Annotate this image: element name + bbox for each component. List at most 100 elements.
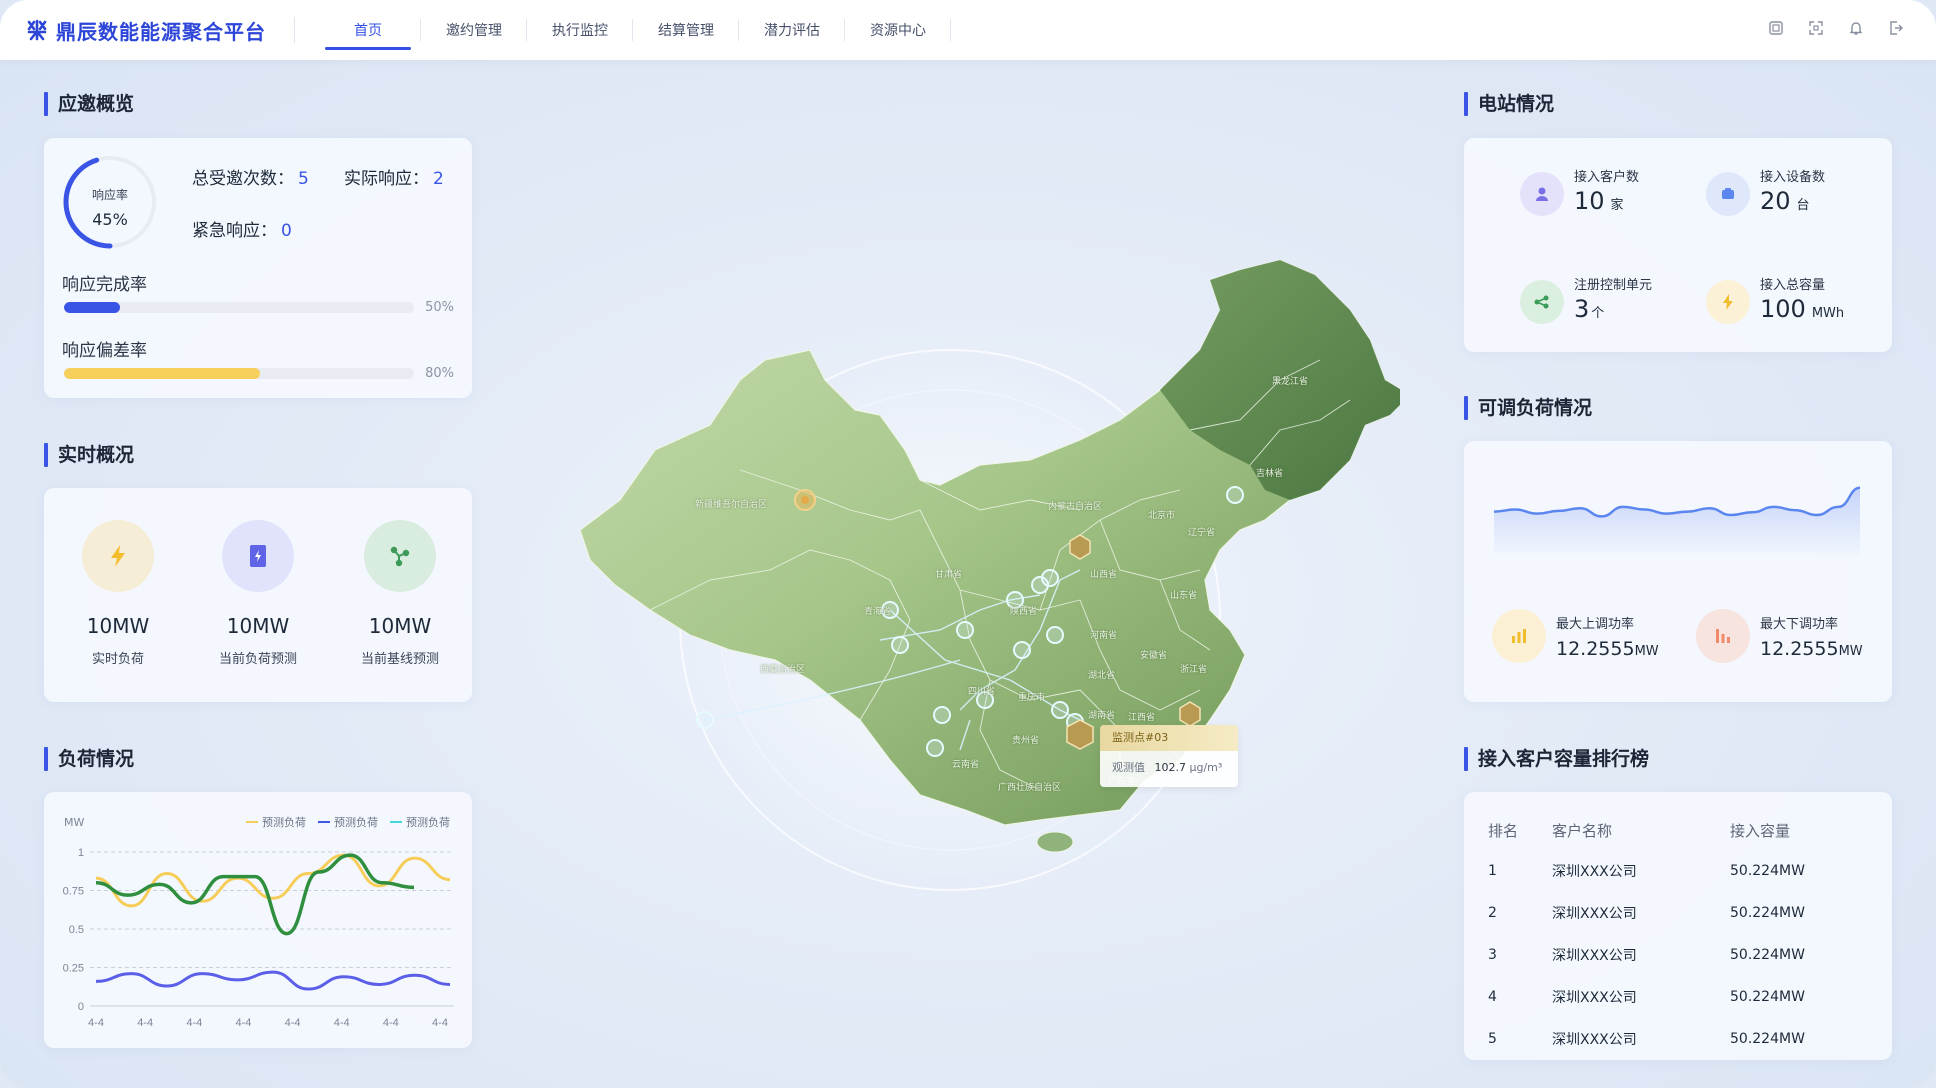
province-label: 贵州省: [1012, 736, 1040, 746]
hex-marker-icon[interactable]: [1066, 719, 1094, 750]
table-row[interactable]: 4 深圳XXX公司 50.224MW: [1488, 976, 1868, 1018]
y-tick-label: 0.75: [63, 886, 84, 898]
x-tick-label: 4-4: [285, 1017, 301, 1029]
station-item-capacity: 接入总容量 100 MWh: [1706, 274, 1844, 324]
station-value: 100: [1760, 295, 1806, 323]
tooltip-label: 观测值: [1112, 761, 1145, 774]
province-label: 甘肃省: [935, 570, 963, 580]
station-unit: 个: [1591, 306, 1605, 321]
station-label: 接入总容量: [1760, 278, 1826, 293]
table-cell: 50.224MW: [1730, 905, 1805, 921]
lightning-icon: [82, 520, 154, 592]
table-row[interactable]: 1 深圳XXX公司 50.224MW: [1488, 850, 1868, 892]
tooltip-unit: μg/m³: [1189, 761, 1223, 774]
province-label: 安徽省: [1140, 651, 1168, 661]
realtime-label: 当前基线预测: [360, 652, 439, 667]
header-rank: 排名: [1488, 821, 1519, 840]
china-map[interactable]: [560, 250, 1400, 910]
province-label: 云南省: [952, 760, 980, 770]
province-label: 吉林省: [1256, 469, 1284, 479]
ranking-body: 1 深圳XXX公司 50.224MW 2 深圳XXX公司 50.224MW 3 深圳XXX公司…: [1488, 850, 1868, 1060]
load-line-chart[interactable]: 1 0.75 0.5 0.25 0 4-4 4-4 4-4 4-4 4-4 4-4 4-4 4-4: [44, 792, 472, 1048]
x-tick-label: 4-4: [88, 1017, 104, 1029]
nav-item[interactable]: 资源中心: [845, 0, 951, 60]
nav-item[interactable]: 结算管理: [633, 0, 739, 60]
realtime-card: 10MW 实时负荷 10MW 当前负荷预测 10MW 当前基线预测: [44, 488, 472, 702]
station-item-control-units: 注册控制单元 3个: [1520, 274, 1652, 324]
province-label: 湖南省: [1088, 711, 1116, 721]
actual-response-label: 实际响应：: [344, 169, 429, 189]
table-cell: 深圳XXX公司: [1552, 1032, 1637, 1048]
province-label: 黑龙江省: [1272, 377, 1309, 387]
load-title: 负荷情况: [44, 747, 134, 771]
overview-card: 响应率 45% 总受邀次数： 5 实际响应： 2 紧急响应： 0 响应完成率 50% …: [44, 138, 472, 398]
max-up-item: 最大上调功率 12.2555MW: [1492, 609, 1659, 663]
x-tick-label: 4-4: [334, 1017, 350, 1029]
header-capacity: 接入容量: [1730, 821, 1791, 840]
completion-pct: 50%: [425, 300, 454, 315]
table-cell: 深圳XXX公司: [1552, 864, 1637, 880]
max-down-item: 最大下调功率 12.2555MW: [1696, 609, 1863, 663]
ranking-header-row: 排名 客户名称 接入容量: [1488, 810, 1868, 850]
station-title: 电站情况: [1464, 92, 1554, 116]
table-cell: 4: [1488, 989, 1497, 1005]
province-label: 青海省: [864, 607, 892, 617]
hex-marker-icon[interactable]: [1179, 701, 1201, 727]
fullscreen-icon[interactable]: [1806, 18, 1826, 38]
completion-bar: [64, 302, 414, 313]
logo-icon: [27, 19, 47, 41]
deviation-bar: [64, 368, 414, 379]
hainan-island: [1036, 831, 1074, 853]
nav-item[interactable]: 首页: [315, 0, 421, 60]
province-label: 陕西省: [1010, 607, 1038, 617]
user-icon: [1520, 172, 1564, 216]
series-line[interactable]: [95, 853, 415, 936]
table-cell: 深圳XXX公司: [1552, 990, 1637, 1006]
logout-icon[interactable]: [1886, 18, 1906, 38]
x-tick-label: 4-4: [186, 1017, 202, 1029]
deviation-bar-fill: [64, 368, 260, 379]
ranking-title: 接入客户容量排行榜: [1464, 747, 1649, 771]
bell-icon[interactable]: [1846, 18, 1866, 38]
realtime-value: 10MW: [86, 614, 150, 638]
station-label: 注册控制单元: [1574, 278, 1653, 293]
realtime-value: 10MW: [226, 614, 290, 638]
total-invites-value: 5: [298, 169, 309, 189]
station-value: 10: [1574, 187, 1605, 215]
hex-marker-icon[interactable]: [1069, 534, 1091, 560]
station-unit: MWh: [1811, 306, 1845, 321]
y-tick-label: 0.25: [63, 963, 84, 975]
max-down-label: 最大下调功率: [1760, 616, 1839, 632]
x-tick-label: 4-4: [383, 1017, 399, 1029]
series-line[interactable]: [95, 853, 451, 908]
realtime-label: 实时负荷: [91, 652, 144, 667]
station-item-devices: 接入设备数 20 台: [1706, 166, 1825, 216]
bar-chart-down-icon: [1696, 609, 1750, 663]
area-fill: [1494, 487, 1860, 559]
y-tick-label: 0.5: [69, 924, 84, 936]
table-cell: 50.224MW: [1730, 863, 1805, 879]
nav-item[interactable]: 执行监控: [527, 0, 633, 60]
adjustable-area-chart[interactable]: [1464, 441, 1892, 561]
province-label: 重庆市: [1018, 693, 1046, 703]
series-line[interactable]: [95, 970, 451, 991]
nav-item[interactable]: 潜力评估: [739, 0, 845, 60]
bar-chart-up-icon: [1492, 609, 1546, 663]
deviation-pct: 80%: [425, 366, 454, 381]
x-tick-label: 4-4: [137, 1017, 153, 1029]
table-row[interactable]: 2 深圳XXX公司 50.224MW: [1488, 892, 1868, 934]
table-row[interactable]: 3 深圳XXX公司 50.224MW: [1488, 934, 1868, 976]
area-line[interactable]: [1493, 486, 1861, 518]
branch-icon: [364, 520, 436, 592]
screen-icon[interactable]: [1766, 18, 1786, 38]
station-item-customers: 接入客户数 10 家: [1520, 166, 1639, 216]
tooltip-body: 观测值 102.7 μg/m³: [1100, 751, 1238, 775]
table-row[interactable]: 5 深圳XXX公司 50.224MW: [1488, 1018, 1868, 1060]
deviation-label: 响应偏差率: [62, 341, 147, 361]
nav-item[interactable]: 邀约管理: [421, 0, 527, 60]
station-label: 接入设备数: [1760, 170, 1826, 185]
table-cell: 50.224MW: [1730, 947, 1805, 963]
realtime-label: 当前负荷预测: [218, 652, 297, 667]
province-label: 山西省: [1090, 570, 1118, 580]
table-cell: 深圳XXX公司: [1552, 948, 1637, 964]
